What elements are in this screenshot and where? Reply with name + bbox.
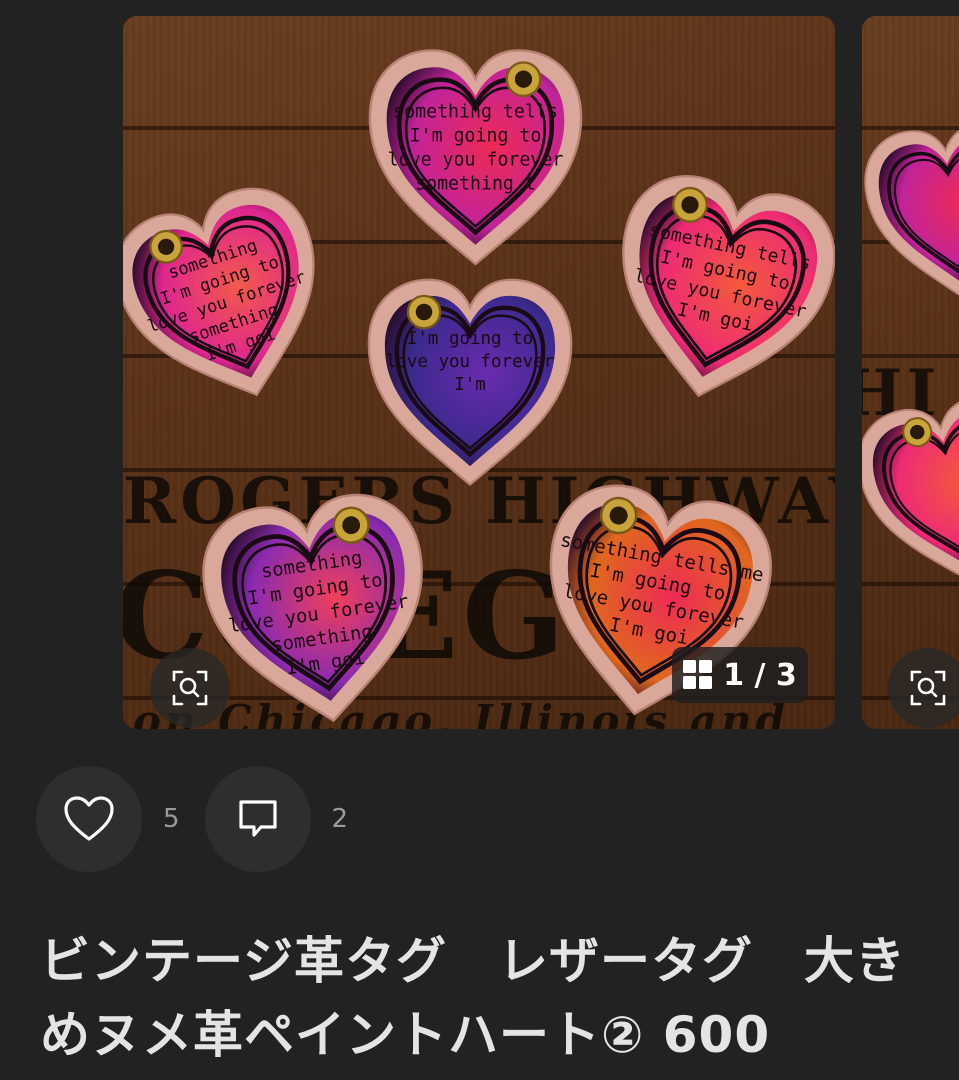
like-count: 5 bbox=[163, 804, 180, 834]
heart-tag-center: I'm going to love you forever I'm bbox=[367, 278, 573, 487]
next-product-image[interactable]: HI bbox=[862, 16, 959, 729]
heart-tag-top-center: something tells I'm going to love you fore… bbox=[368, 49, 583, 266]
zoom-button-next[interactable] bbox=[888, 648, 959, 728]
heart-stamp-text: love you forever bbox=[386, 352, 554, 372]
product-title: ビンテージ革タグ レザータグ 大きめヌメ革ペイントハート② 600 bbox=[40, 932, 906, 1064]
heart-stamp-text: love you forever bbox=[388, 150, 564, 171]
heart-tag-peek-bottom bbox=[862, 396, 959, 581]
heart-stamp-text: I'm going to bbox=[410, 126, 542, 147]
comment-button[interactable] bbox=[204, 766, 311, 872]
zoom-icon bbox=[172, 670, 208, 706]
comment-icon bbox=[238, 800, 277, 837]
heart-stamp-text: something t bbox=[415, 174, 536, 195]
action-bar: 5 2 bbox=[36, 766, 373, 872]
like-button[interactable] bbox=[36, 766, 142, 872]
image-carousel[interactable]: ROGERS HIGHWAY CO EG on Chicago, Illinoi… bbox=[0, 0, 959, 740]
image-counter: 1 / 3 bbox=[672, 647, 808, 703]
comment-count: 2 bbox=[331, 804, 349, 834]
heart-tag-left: somethingI'm going tolove you foreversom… bbox=[123, 187, 315, 397]
zoom-icon bbox=[910, 670, 946, 706]
product-image[interactable]: ROGERS HIGHWAY CO EG on Chicago, Illinoi… bbox=[123, 16, 835, 729]
zoom-button[interactable] bbox=[150, 648, 230, 728]
heart-tag-peek-top bbox=[864, 123, 959, 298]
heart-stamp-text: something tells bbox=[393, 102, 558, 123]
heart-stamp-text: I'm going to bbox=[407, 329, 533, 349]
heart-icon bbox=[64, 796, 114, 841]
gallery-grid-icon bbox=[683, 660, 713, 689]
heart-tag-right: something tellsI'm going tolove you fore… bbox=[622, 175, 835, 398]
image-counter-text: 1 / 3 bbox=[723, 657, 797, 693]
heart-stamp-text: I'm bbox=[454, 375, 486, 395]
